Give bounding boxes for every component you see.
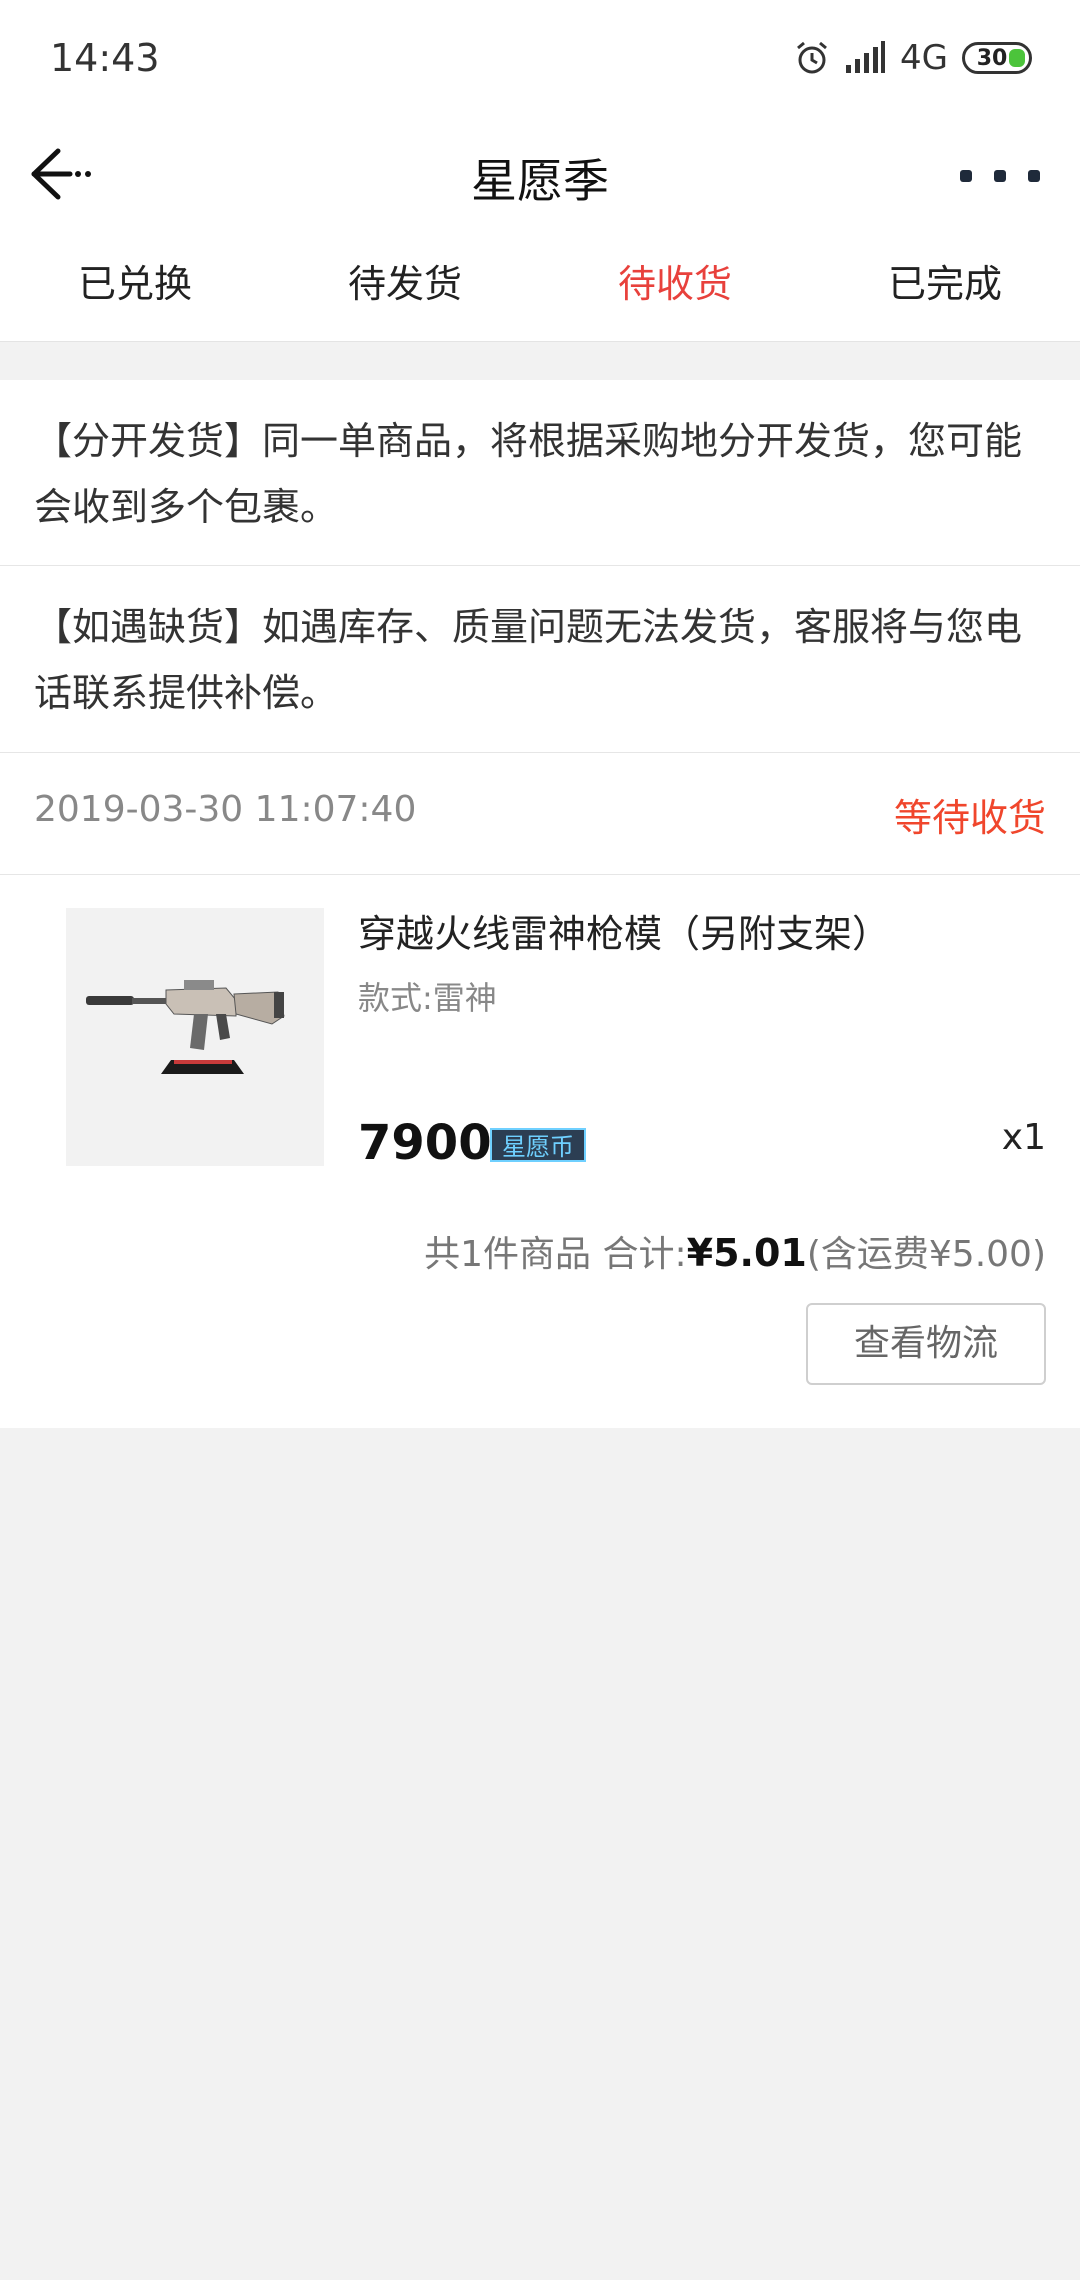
product-name[interactable]: 穿越火线雷神枪模（另附支架） [358,903,890,958]
product-price: 7900 [358,1115,492,1171]
signal-icon [846,41,886,73]
summary-total: ¥5.01 [686,1231,807,1275]
nav-bar: 星愿季 [0,115,1080,230]
product-image[interactable] [66,908,324,1166]
network-label: 4G [900,38,948,78]
tab-exchanged[interactable]: 已兑换 [0,230,270,341]
order-tabs: 已兑换 待发货 待收货 已完成 [0,230,1080,342]
order-header: 2019-03-30 11:07:40 等待收货 [0,753,1080,875]
status-icons: 4G 30 [794,38,1032,78]
currency-badge: 星愿币 [490,1128,586,1162]
more-icon[interactable] [960,151,1040,201]
order-card[interactable]: 2019-03-30 11:07:40 等待收货 穿越火线雷神枪模（另附支架） … [0,753,1080,1428]
order-time: 2019-03-30 11:07:40 [34,789,417,830]
order-status: 等待收货 [893,796,1046,840]
tab-pending-shipment[interactable]: 待发货 [270,230,540,341]
status-bar: 14:43 4G 30 [0,0,1080,115]
battery-icon: 30 [962,42,1032,74]
summary-count: 共1件商品 合计: [424,1234,687,1275]
status-time: 14:43 [50,36,160,80]
product-quantity: x1 [1001,1117,1046,1158]
summary-shipping: (含运费¥5.00) [806,1234,1046,1275]
alarm-icon [797,41,827,74]
notice-out-of-stock: 【如遇缺货】如遇库存、质量问题无法发货，客服将与您电话联系提供补偿。 [0,566,1080,753]
product-variant: 款式:雷神 [358,979,497,1017]
tab-completed[interactable]: 已完成 [810,230,1080,341]
view-logistics-button[interactable]: 查看物流 [806,1303,1046,1385]
tab-pending-receipt[interactable]: 待收货 [540,230,810,341]
page-title: 星愿季 [471,154,609,208]
battery-level: 30 [976,45,1008,71]
notice-split-shipment: 【分开发货】同一单商品，将根据采购地分开发货，您可能会收到多个包裹。 [0,380,1080,566]
order-summary: 共1件商品 合计: ¥5.01 (含运费¥5.00) [424,1225,1046,1277]
